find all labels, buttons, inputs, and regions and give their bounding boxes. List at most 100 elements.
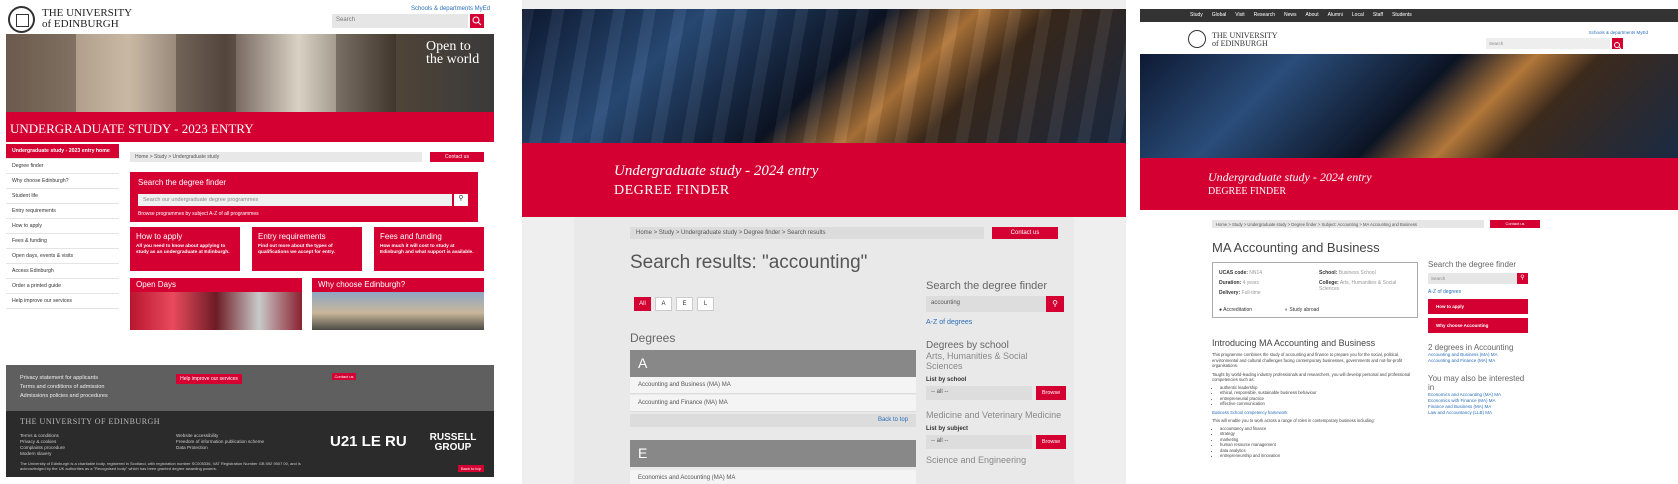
degree-result-row[interactable]: Accounting and Business (MA) MA [630, 377, 916, 394]
sidebar-item[interactable]: Open days, events & visits [6, 249, 119, 264]
footer-link[interactable]: Privacy statement for applicants [20, 374, 108, 383]
degree-search-results-page: Undergraduate study - 2024 entry DEGREE … [522, 0, 1126, 484]
browse-button[interactable]: Browse [1036, 435, 1066, 449]
finder-search-input[interactable]: Search our undergraduate degree programm… [138, 194, 452, 206]
back-to-top-button[interactable]: Back to top [458, 465, 484, 472]
info-key: UCAS code: [1219, 270, 1248, 276]
browse-button[interactable]: Browse [1036, 386, 1066, 400]
select-value: -- all -- [931, 438, 949, 444]
a-z-link[interactable]: A-Z of degrees [926, 319, 1064, 326]
globe-icon: ◐ [1285, 307, 1289, 313]
search-button[interactable] [1612, 38, 1623, 50]
why-choose-button[interactable]: Why choose Accounting [1428, 318, 1528, 333]
top-links[interactable]: Schools & departments MyEd [411, 6, 490, 12]
how-to-apply-button[interactable]: How to apply [1428, 299, 1528, 314]
info-value: Business School [1338, 270, 1376, 276]
nav-item[interactable]: Students [1392, 12, 1412, 18]
related-link[interactable]: Law and Accountancy (LLB) MA [1428, 410, 1528, 416]
school-select[interactable]: -- all -- Browse [926, 386, 1066, 400]
accreditation-label: Accreditation [1223, 307, 1253, 313]
card-text: All you need to know about applying to s… [136, 244, 230, 255]
banner-title: DEGREE FINDER [1208, 186, 1287, 197]
nav-item[interactable]: Alumni [1328, 12, 1343, 18]
nav-item[interactable]: Local [1352, 12, 1364, 18]
info-right: School: Business School College: Arts, H… [1319, 268, 1413, 292]
subject-select[interactable]: -- all -- Browse [926, 435, 1066, 449]
list-item: effective communication [1220, 401, 1418, 407]
finder-links[interactable]: Browse programmes by subject A-Z of all … [138, 211, 259, 217]
how-to-apply-card[interactable]: How to apply All you need to know about a… [130, 227, 240, 271]
breadcrumb[interactable]: Home > Study > Undergraduate study [130, 152, 422, 162]
nav-item[interactable]: Study [1190, 12, 1203, 18]
fees-card[interactable]: Fees and funding How much it will cost to… [374, 227, 484, 271]
sidebar-search-input[interactable]: accounting ⚲ [926, 296, 1064, 312]
sidebar-item[interactable]: Access Edinburgh [6, 264, 119, 279]
top-links[interactable]: Schools & departments MyEd [1589, 30, 1648, 35]
orchestra-hero-image [1140, 54, 1678, 158]
sidebar-item[interactable]: Student life [6, 189, 119, 204]
letter-filter-a[interactable]: A [655, 297, 672, 311]
university-crest-icon[interactable] [8, 6, 35, 33]
nav-item[interactable]: About [1306, 12, 1319, 18]
legal-link[interactable]: Data Protection [176, 445, 264, 451]
search-icon[interactable]: ⚲ [1046, 296, 1064, 312]
sidebar-item[interactable]: Degree finder [6, 159, 119, 174]
degree-result-row[interactable]: Accounting and Finance (MA) MA [630, 395, 916, 412]
nav-item[interactable]: Staff [1373, 12, 1383, 18]
open-days-card[interactable]: Open Days [130, 278, 302, 330]
sidebar-item[interactable]: Undergraduate study - 2023 entry home [6, 144, 119, 159]
letter-filter-l[interactable]: L [697, 297, 714, 311]
sidebar-item[interactable]: Help improve our services [6, 294, 119, 309]
info-value: Full-time [1241, 290, 1261, 296]
entry-requirements-card[interactable]: Entry requirements Find out more about th… [252, 227, 362, 271]
nav-item[interactable]: Global [1212, 12, 1226, 18]
letter-filter-e[interactable]: E [676, 297, 693, 311]
why-edinburgh-card[interactable]: Why choose Edinburgh? [312, 278, 484, 330]
back-to-top-link[interactable]: Back to top [630, 414, 916, 427]
sidebar-item[interactable]: Order a printed guide [6, 279, 119, 294]
study-abroad-badge[interactable]: ◐ Study abroad [1285, 305, 1319, 315]
card-title: Open Days [130, 278, 302, 292]
legal-link[interactable]: Modern slavery [20, 451, 65, 457]
nav-item[interactable]: Research [1254, 12, 1275, 18]
footer-link[interactable]: Admissions policies and procedures [20, 392, 108, 401]
contact-button[interactable]: Contact us [992, 227, 1058, 239]
search-icon[interactable]: ⚲ [1517, 273, 1528, 284]
sidebar-item[interactable]: Entry requirements [6, 204, 119, 219]
sidebar-item[interactable]: How to apply [6, 219, 119, 234]
degree-detail-page: Study Global Visit Research News About Alumni L… [1140, 0, 1678, 484]
university-brand[interactable]: THE UNIVERSITY of EDINBURGH [42, 8, 132, 30]
sidebar-item[interactable]: Fees & funding [6, 234, 119, 249]
sidebar-search-input[interactable]: Search ⚲ [1428, 273, 1528, 284]
contact-button[interactable]: Contact us [1490, 220, 1540, 228]
degree-finder-banner: Undergraduate study - 2024 entry DEGREE … [1140, 158, 1678, 210]
footer-link[interactable]: Terms and conditions of admission [20, 383, 108, 392]
contact-small-button[interactable]: Contact us [332, 373, 356, 380]
breadcrumb[interactable]: Home > Study > Undergraduate study > Deg… [1212, 220, 1484, 228]
site-search-input[interactable]: Search [332, 14, 468, 28]
search-icon[interactable]: ⚲ [454, 194, 468, 206]
banner-subtitle: Undergraduate study - 2024 entry [1208, 170, 1372, 184]
a-z-link[interactable]: A-Z of degrees [1428, 289, 1528, 295]
breadcrumb[interactable]: Home > Study > Undergraduate study > Deg… [630, 227, 984, 239]
contact-button[interactable]: Contact us [430, 152, 484, 162]
letter-filter-all[interactable]: All [634, 297, 651, 311]
university-crest-icon[interactable] [1188, 30, 1206, 48]
degree-link[interactable]: Accounting and Finance (MA) MA [1428, 358, 1528, 364]
footer-links: Privacy statement for applicants Terms a… [20, 374, 108, 401]
list-label: List by subject [926, 426, 969, 432]
banner-title: DEGREE FINDER [614, 183, 730, 198]
help-improve-button[interactable]: Help improve our services [176, 374, 242, 384]
degree-finder-box: Search the degree finder Search our unde… [130, 172, 478, 222]
site-search-input[interactable]: Search [1486, 38, 1610, 49]
university-brand[interactable]: THE UNIVERSITY of EDINBURGH [1212, 32, 1282, 48]
hero-image [6, 34, 494, 112]
nav-item[interactable]: Visit [1235, 12, 1244, 18]
accreditation-badge[interactable]: ● Accreditation [1219, 305, 1252, 315]
letter-filter: All A E L [634, 292, 718, 311]
nav-item[interactable]: News [1284, 12, 1297, 18]
search-button[interactable] [470, 14, 484, 28]
sidebar-item[interactable]: Why choose Edinburgh? [6, 174, 119, 189]
competency-link[interactable]: Business School competency framework [1212, 410, 1418, 416]
degree-result-row[interactable]: Economics and Accounting (MA) MA [630, 470, 916, 484]
